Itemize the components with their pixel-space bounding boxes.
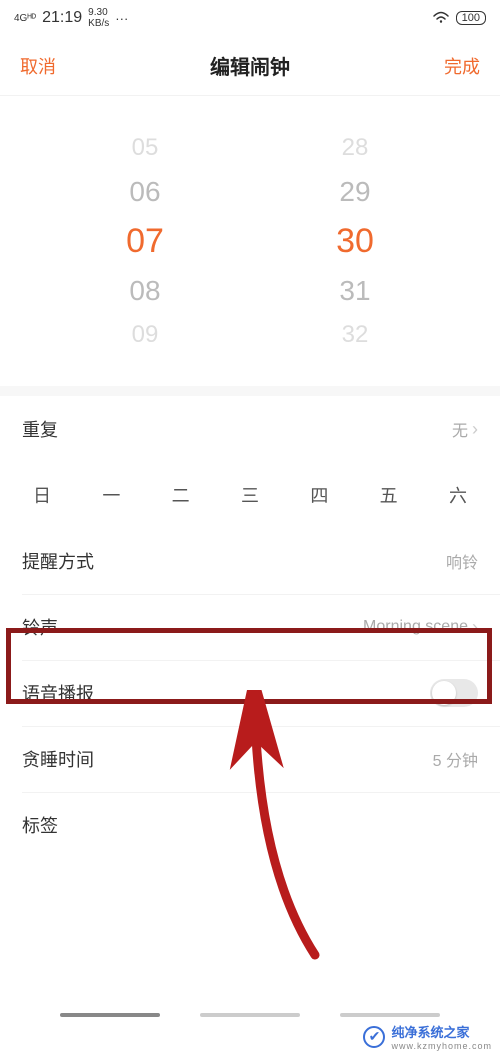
tag-row[interactable]: 标签 [0, 792, 500, 858]
hour-option[interactable]: 06 [129, 176, 160, 208]
watermark-url: www.kzmyhome.com [391, 1041, 492, 1051]
voice-toggle[interactable] [430, 679, 478, 707]
reminder-value: 响铃 [446, 549, 478, 573]
chevron-right-icon: › [472, 419, 478, 440]
minute-column[interactable]: 28 29 30 31 32 [250, 134, 460, 349]
weekday-selector: 日 一 二 三 四 五 六 [0, 462, 500, 528]
settings-list: 重复 无 › 日 一 二 三 四 五 六 提醒方式 响铃 铃声 Morning … [0, 396, 500, 858]
weekday-sat[interactable]: 六 [438, 482, 478, 508]
page-title: 编辑闹钟 [210, 51, 290, 80]
weekday-fri[interactable]: 五 [369, 482, 409, 508]
hour-option[interactable]: 09 [132, 321, 159, 349]
hour-selected[interactable]: 07 [126, 222, 164, 261]
snooze-row[interactable]: 贪睡时间 5 分钟 [0, 726, 500, 792]
repeat-row[interactable]: 重复 无 › [0, 396, 500, 462]
voice-broadcast-row[interactable]: 语音播报 [0, 660, 500, 726]
repeat-value: 无 › [452, 417, 478, 441]
cancel-button[interactable]: 取消 [20, 53, 56, 79]
battery-indicator: 100 [456, 11, 486, 25]
tag-label: 标签 [22, 812, 58, 838]
done-button[interactable]: 完成 [444, 53, 480, 79]
header: 取消 编辑闹钟 完成 [0, 36, 500, 96]
ringtone-row[interactable]: 铃声 Morning scene › [0, 594, 500, 660]
status-more: ··· [115, 11, 128, 26]
status-time: 21:19 [42, 9, 82, 27]
net-speed: 9.30 KB/s [88, 7, 109, 29]
weekday-tue[interactable]: 二 [161, 482, 201, 508]
weekday-mon[interactable]: 一 [91, 482, 131, 508]
voice-label: 语音播报 [22, 680, 94, 706]
nav-indicator [0, 1013, 500, 1017]
hour-column[interactable]: 05 06 07 08 09 [40, 134, 250, 349]
minute-option[interactable]: 32 [342, 321, 369, 349]
minute-selected[interactable]: 30 [336, 222, 374, 261]
ringtone-label: 铃声 [22, 614, 58, 640]
weekday-sun[interactable]: 日 [22, 482, 62, 508]
weekday-thu[interactable]: 四 [299, 482, 339, 508]
time-picker[interactable]: 05 06 07 08 09 28 29 30 31 32 [0, 96, 500, 396]
status-bar: 4Gᴴᴰ 21:19 9.30 KB/s ··· 100 [0, 0, 500, 36]
reminder-label: 提醒方式 [22, 548, 94, 574]
minute-option[interactable]: 29 [339, 176, 370, 208]
ringtone-value: Morning scene › [363, 617, 478, 638]
reminder-row[interactable]: 提醒方式 响铃 [0, 528, 500, 594]
minute-option[interactable]: 31 [339, 275, 370, 307]
chevron-right-icon: › [472, 617, 478, 638]
network-badge: 4Gᴴᴰ [14, 13, 36, 24]
watermark: ✔ 纯净系统之家 www.kzmyhome.com [363, 1022, 492, 1051]
weekday-wed[interactable]: 三 [230, 482, 270, 508]
wifi-icon [432, 10, 450, 27]
watermark-logo-icon: ✔ [363, 1026, 385, 1048]
minute-option[interactable]: 28 [342, 134, 369, 162]
snooze-label: 贪睡时间 [22, 746, 94, 772]
watermark-brand: 纯净系统之家 [391, 1022, 492, 1041]
repeat-label: 重复 [22, 416, 58, 442]
hour-option[interactable]: 05 [132, 134, 159, 162]
hour-option[interactable]: 08 [129, 275, 160, 307]
snooze-value: 5 分钟 [433, 747, 478, 771]
